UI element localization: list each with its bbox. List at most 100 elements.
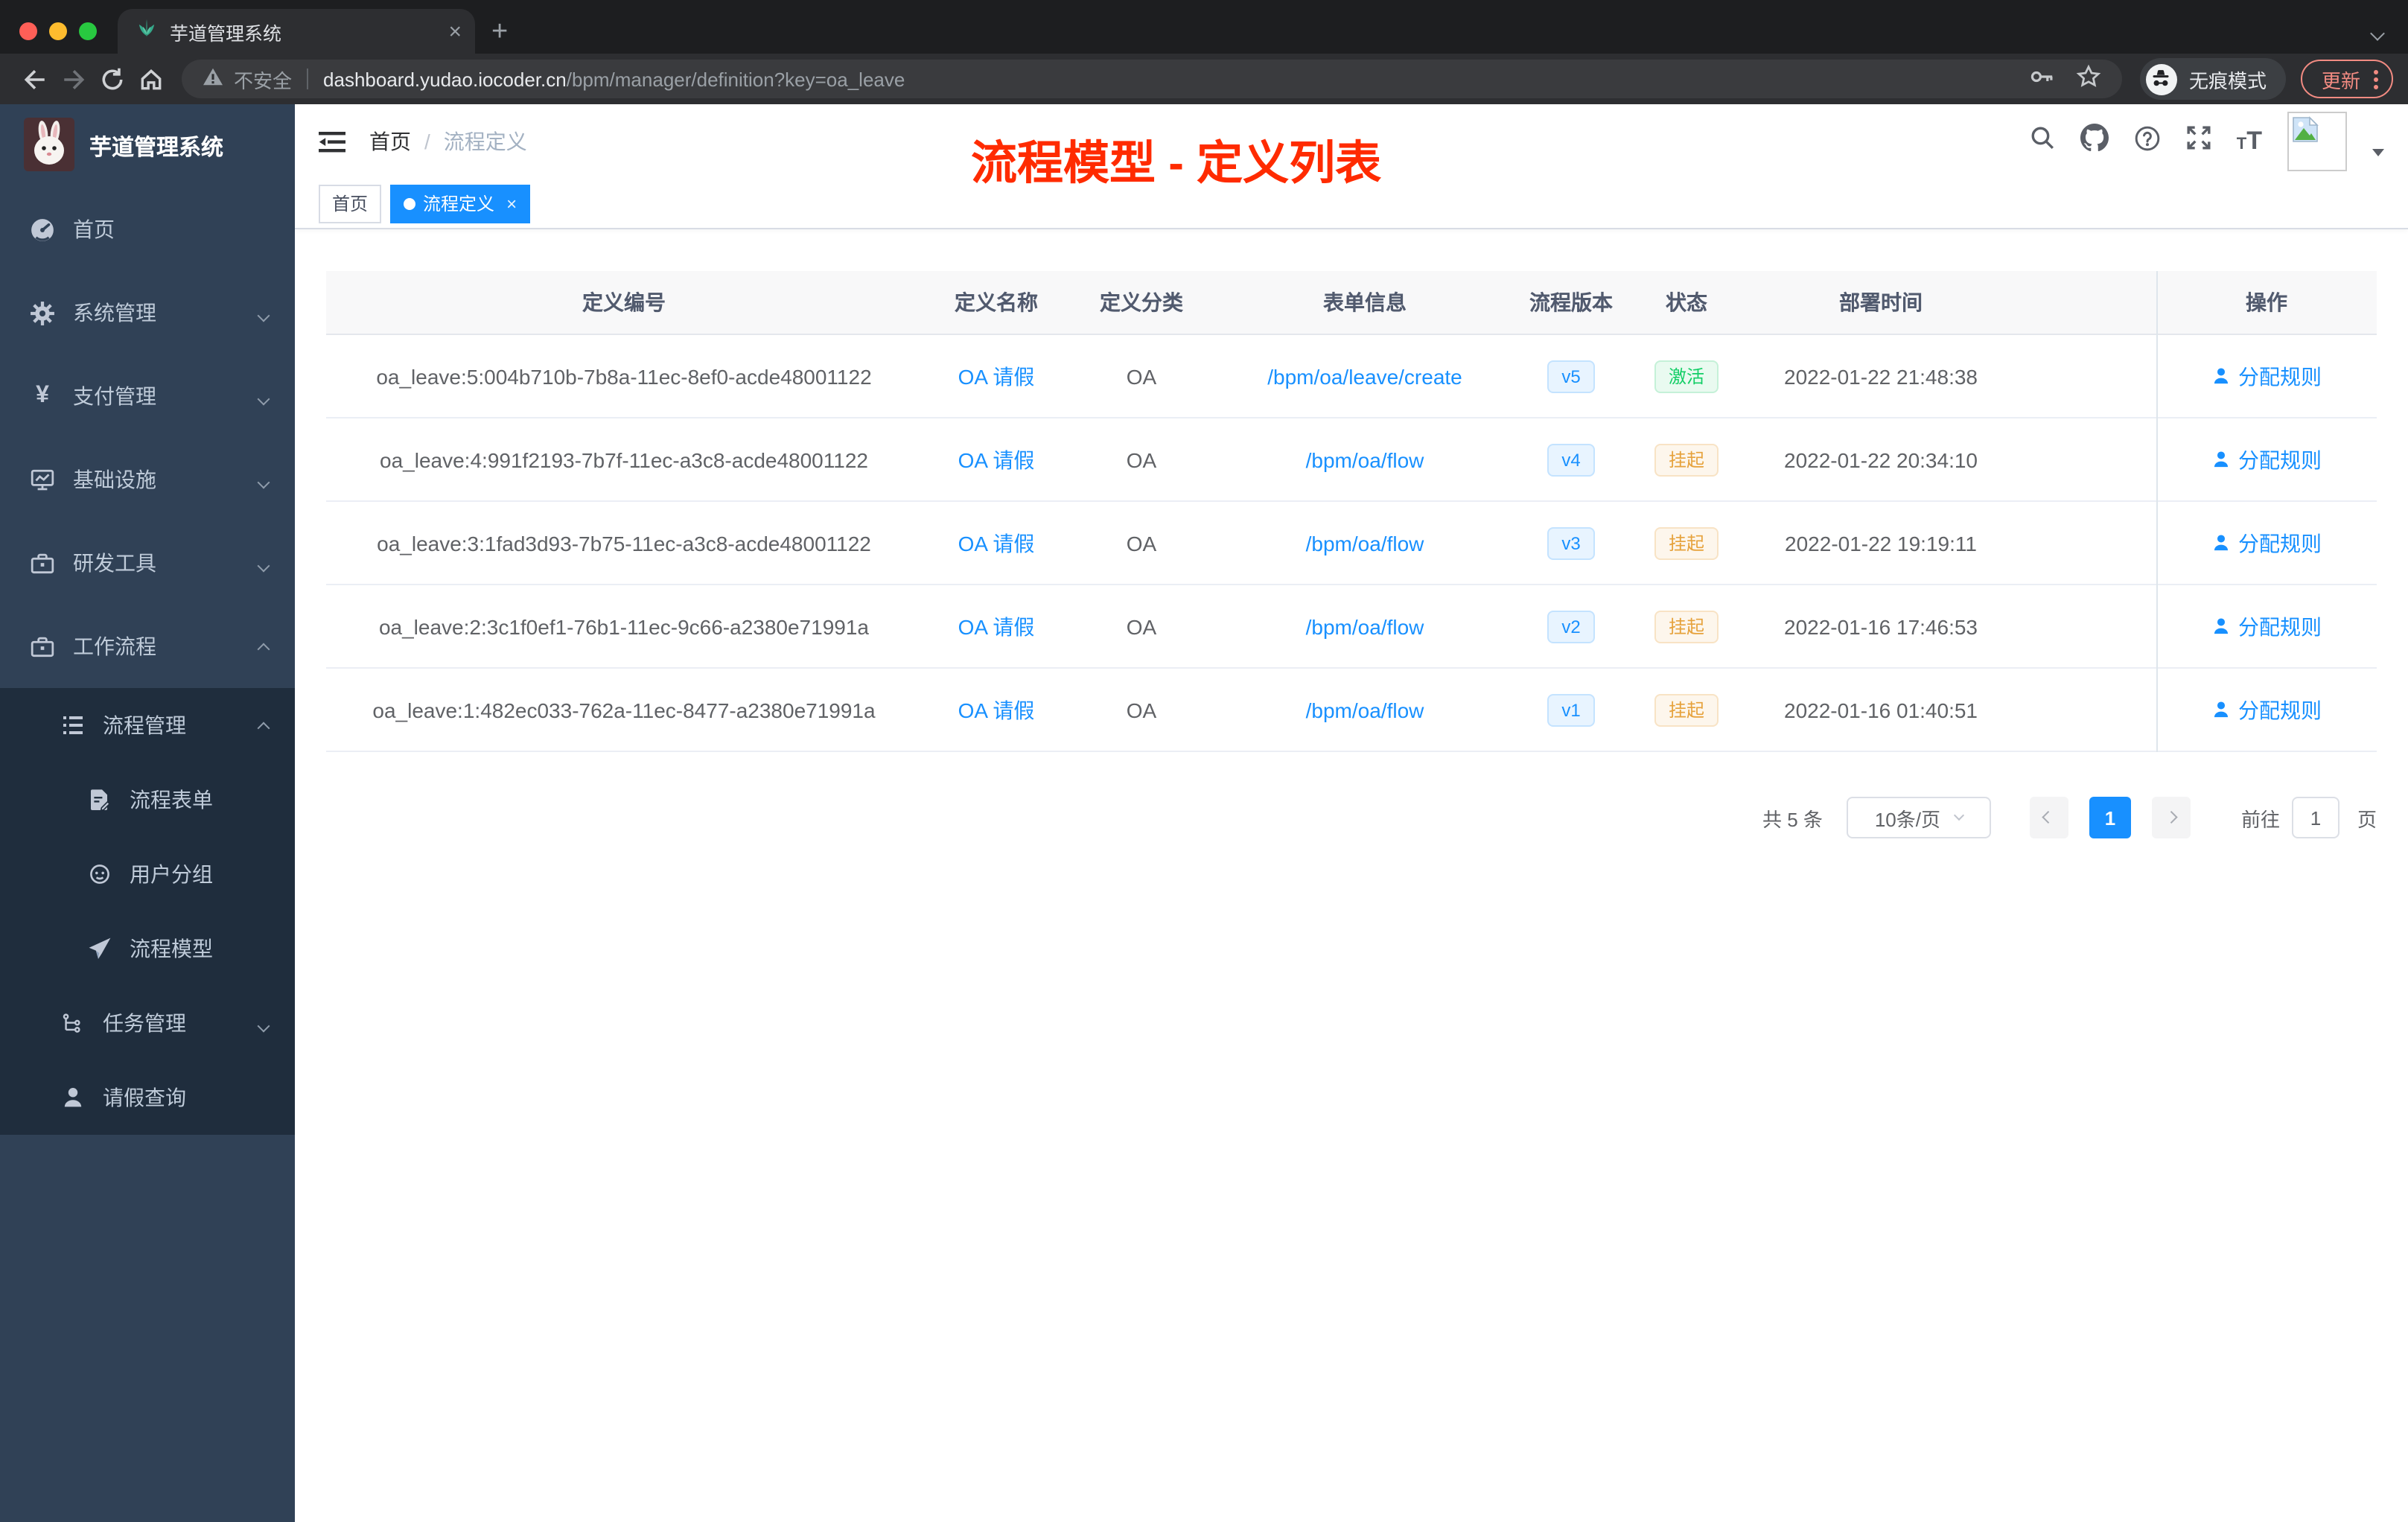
tab-search-chevron-icon[interactable] — [2370, 19, 2385, 46]
tab-title: 芋道管理系统 — [170, 23, 282, 44]
assign-rule-button[interactable]: 分配规则 — [2211, 361, 2322, 391]
address-bar[interactable]: 不安全 dashboard.yudao.iocoder.cn/bpm/manag… — [182, 60, 2122, 98]
app-logo[interactable]: 芋道管理系统 — [0, 104, 295, 188]
monitor-icon — [30, 467, 55, 492]
tab-close-icon[interactable]: × — [448, 20, 462, 42]
avatar-caret-icon[interactable] — [2372, 148, 2384, 156]
person-icon — [2214, 451, 2229, 468]
page-number-current[interactable]: 1 — [2089, 797, 2131, 838]
page-size-select[interactable]: 10条/页 — [1846, 797, 1991, 838]
sidebar-item-task-mgmt[interactable]: 任务管理 — [0, 986, 295, 1060]
assign-rule-button[interactable]: 分配规则 — [2211, 695, 2322, 725]
home-icon[interactable] — [131, 60, 170, 98]
cell-category: OA — [1126, 364, 1157, 388]
minimize-window-button[interactable] — [49, 22, 67, 40]
sidebar-item-label: 基础设施 — [73, 468, 156, 491]
user-avatar[interactable] — [2287, 112, 2347, 171]
incognito-icon — [2145, 63, 2177, 95]
update-label[interactable]: 更新 — [2322, 65, 2360, 93]
goto-page-input[interactable] — [2291, 797, 2339, 838]
tag-close-icon[interactable]: × — [506, 193, 517, 214]
next-page-button[interactable] — [2151, 797, 2191, 838]
assign-rule-button[interactable]: 分配规则 — [2211, 528, 2322, 558]
main-area: 首页 / 流程定义 TT 首页 流程定义 × 定义编号 定义名称 定义分类 表单… — [295, 104, 2408, 1522]
breadcrumb-home[interactable]: 首页 — [369, 127, 411, 156]
cell-deploy-time: 2022-01-16 01:40:51 — [1784, 698, 1978, 722]
definition-name-link[interactable]: OA 请假 — [922, 611, 1071, 641]
table-row: oa_leave:2:3c1f0ef1-76b1-11ec-9c66-a2380… — [326, 585, 2377, 669]
github-icon[interactable] — [2080, 124, 2109, 159]
page-content: 定义编号 定义名称 定义分类 表单信息 流程版本 状态 部署时间 操作 oa_l… — [295, 229, 2408, 1522]
close-window-button[interactable] — [19, 22, 37, 40]
sidebar-item-process-form[interactable]: 流程表单 — [0, 762, 295, 837]
forward-icon[interactable] — [54, 60, 92, 98]
security-label[interactable]: 不安全 — [234, 65, 292, 93]
definition-name-link[interactable]: OA 请假 — [922, 361, 1071, 391]
reload-icon[interactable] — [92, 60, 131, 98]
cell-definition-id: oa_leave:2:3c1f0ef1-76b1-11ec-9c66-a2380… — [378, 614, 869, 638]
form-link[interactable]: /bpm/oa/flow — [1212, 448, 1517, 471]
font-size-icon[interactable]: TT — [2237, 127, 2262, 156]
url-domain: dashboard.yudao.iocoder.cn — [323, 68, 567, 90]
sidebar-item-devtools[interactable]: 研发工具 — [0, 521, 295, 605]
new-tab-button[interactable]: + — [491, 18, 508, 46]
sidebar-item-label: 工作流程 — [73, 634, 156, 658]
form-link[interactable]: /bpm/oa/flow — [1212, 614, 1517, 638]
page-url[interactable]: dashboard.yudao.iocoder.cn/bpm/manager/d… — [323, 68, 905, 90]
sidebar-item-label: 流程管理 — [103, 713, 186, 737]
sidebar-item-process-mgmt[interactable]: 流程管理 — [0, 688, 295, 762]
definition-name-link[interactable]: OA 请假 — [922, 695, 1071, 725]
form-link[interactable]: /bpm/oa/flow — [1212, 531, 1517, 555]
goto-label: 前往 — [2240, 808, 2280, 830]
sidebar-item-infra[interactable]: 基础设施 — [0, 438, 295, 521]
page-unit-label: 页 — [2357, 808, 2377, 830]
list-icon — [60, 713, 85, 738]
screenshot-stage: 芋道管理系统 × + 不安全 dashboard.yudao.iocoder.c… — [0, 0, 2408, 1522]
status-badge: 激活 — [1654, 360, 1718, 392]
tag-process-definition[interactable]: 流程定义 × — [390, 184, 531, 223]
tag-home[interactable]: 首页 — [319, 184, 382, 223]
zoom-window-button[interactable] — [79, 22, 97, 40]
password-key-icon[interactable] — [2030, 64, 2055, 94]
sidebar-item-label: 流程表单 — [130, 788, 213, 812]
version-badge: v5 — [1547, 360, 1596, 392]
browser-menu-icon[interactable] — [2374, 69, 2378, 89]
col-header-status: 状态 — [1666, 290, 1707, 314]
definition-name-link[interactable]: OA 请假 — [922, 528, 1071, 558]
cell-category: OA — [1126, 698, 1157, 722]
sidebar-item-user-group[interactable]: 用户分组 — [0, 837, 295, 911]
sidebar-item-process-model[interactable]: 流程模型 — [0, 911, 295, 986]
broken-image-icon — [2293, 116, 2319, 142]
help-question-icon[interactable] — [2134, 124, 2161, 159]
breadcrumb: 首页 / 流程定义 — [369, 127, 527, 156]
sidebar-item-system[interactable]: 系统管理 — [0, 271, 295, 354]
bookmark-star-icon[interactable] — [2076, 64, 2101, 94]
sidebar-item-leave-query[interactable]: 请假查询 — [0, 1060, 295, 1135]
version-badge: v3 — [1547, 526, 1596, 559]
pagination: 共 5 条 10条/页 1 前往 页 — [326, 797, 2377, 838]
assign-rule-button[interactable]: 分配规则 — [2211, 611, 2322, 641]
prev-page-button[interactable] — [2029, 797, 2068, 838]
security-warning-icon[interactable] — [203, 67, 223, 91]
person-icon — [60, 1085, 85, 1110]
sidebar-item-home[interactable]: 首页 — [0, 188, 295, 271]
paper-plane-icon — [86, 936, 112, 961]
fullscreen-icon[interactable] — [2186, 125, 2211, 158]
form-link[interactable]: /bpm/oa/flow — [1212, 698, 1517, 722]
workflow-submenu: 流程管理 流程表单 用户分组 流程模型 任务管理 请假查询 — [0, 688, 295, 1135]
sidebar-item-label: 研发工具 — [73, 551, 156, 575]
assign-rule-button[interactable]: 分配规则 — [2211, 445, 2322, 474]
definition-name-link[interactable]: OA 请假 — [922, 445, 1071, 474]
form-link[interactable]: /bpm/oa/leave/create — [1212, 364, 1517, 388]
sidebar-collapse-icon[interactable] — [319, 130, 345, 153]
cell-category: OA — [1126, 531, 1157, 555]
back-icon[interactable] — [15, 60, 54, 98]
col-header-category: 定义分类 — [1100, 290, 1183, 314]
browser-update-button[interactable]: 更新 — [2300, 60, 2393, 98]
status-badge: 挂起 — [1654, 693, 1718, 726]
browser-tab[interactable]: 芋道管理系统 × — [118, 9, 475, 54]
chevron-down-icon — [257, 551, 270, 575]
sidebar-item-payment[interactable]: ¥ 支付管理 — [0, 354, 295, 438]
sidebar-item-workflow[interactable]: 工作流程 — [0, 605, 295, 688]
search-icon[interactable] — [2030, 125, 2055, 158]
